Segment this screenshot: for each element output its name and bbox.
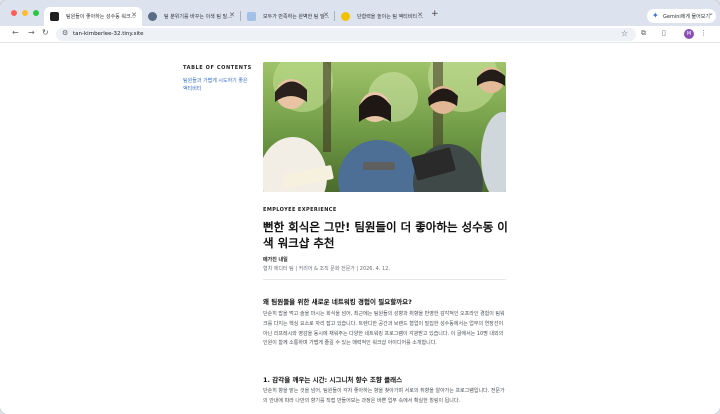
toc-title: TABLE OF CONTENTS (183, 65, 252, 71)
article-title: 뻔한 회식은 그만! 팀원들이 더 좋아하는 성수동 이색 워크샵 추천 (263, 220, 508, 250)
site-favicon-icon (341, 12, 350, 21)
close-tab-icon[interactable]: ✕ (131, 11, 137, 19)
toc-item[interactable]: 팀원들과 가볍게 시도하기 좋은 액티비티 (183, 77, 253, 93)
section-heading: 1. 감각을 깨우는 시간: 시그니처 향수 조향 클래스 (263, 376, 403, 384)
tab-3[interactable]: 단합력을 높이는 팀 액티비티 … ✕ (335, 7, 428, 26)
site-favicon-icon (148, 12, 157, 21)
tab-label: 팀 분위기를 바꾸는 이색 팀 빌… (164, 14, 233, 20)
divider (263, 279, 506, 280)
tab-strip: 팀원들이 좋아하는 성수동 워크… ✕ 팀 분위기를 바꾸는 이색 팀 빌… ✕… (0, 0, 720, 26)
gemini-label: Gemini에게 물어보기 (663, 13, 710, 20)
site-favicon-icon (247, 12, 256, 21)
site-info-icon[interactable]: ⚙ (62, 29, 68, 37)
side-panel-icon[interactable]: ▯ (662, 29, 666, 37)
gemini-button[interactable]: ✦ Gemini에게 물어보기 (647, 9, 716, 23)
site-favicon-icon (50, 12, 59, 21)
extensions-icon[interactable]: ⧉ (641, 29, 646, 38)
article-meta: 협치 에디터 팀 | 커리어 & 조직 문화 전문가 | 2026. 4. 12… (263, 266, 390, 272)
hero-image (263, 62, 506, 192)
browser-toolbar: ← → ↻ ⚙ tan-kimberlee-32.tiny.site ☆ ⧉ ▯… (0, 26, 720, 43)
menu-kebab-icon[interactable]: ⋮ (700, 29, 707, 37)
section-heading: 왜 팀원들을 위한 새로운 네트워킹 경험이 필요할까요? (263, 298, 412, 306)
close-tab-icon[interactable]: ✕ (229, 11, 235, 19)
gemini-spark-icon: ✦ (652, 11, 659, 20)
close-window-button[interactable] (11, 10, 17, 16)
back-arrow-icon[interactable]: ← (12, 28, 19, 37)
maximize-window-button[interactable] (33, 10, 39, 16)
new-tab-button[interactable]: + (431, 9, 439, 19)
page-content: TABLE OF CONTENTS 팀원들과 가볍게 시도하기 좋은 액티비티 (0, 44, 720, 414)
hero-photo-illustration (263, 62, 506, 192)
profile-avatar[interactable]: M (684, 29, 694, 39)
minimize-window-button[interactable] (22, 10, 28, 16)
section-body: 단순히 밥을 먹고 술을 마시는 회식을 넘어, 최근에는 팀원들의 성향과 취… (263, 311, 505, 347)
close-tab-icon[interactable]: ✕ (323, 11, 329, 19)
reload-icon[interactable]: ↻ (42, 28, 49, 37)
tab-search-chevron-icon[interactable]: ⌄ (708, 9, 714, 17)
address-bar[interactable]: ⚙ tan-kimberlee-32.tiny.site ☆ (56, 28, 636, 41)
forward-arrow-icon[interactable]: → (28, 28, 35, 37)
tab-0[interactable]: 팀원들이 좋아하는 성수동 워크… ✕ (44, 7, 142, 26)
browser-window: 팀원들이 좋아하는 성수동 워크… ✕ 팀 분위기를 바꾸는 이색 팀 빌… ✕… (0, 0, 720, 414)
tab-label: 팀원들이 좋아하는 성수동 워크… (66, 14, 136, 20)
article-category: EMPLOYEE EXPERIENCE (263, 207, 337, 213)
tab-1[interactable]: 팀 분위기를 바꾸는 이색 팀 빌… ✕ (142, 7, 240, 26)
tab-2[interactable]: 모두가 만족하는 완벽한 팀 빌… ✕ (241, 7, 334, 26)
article-author: 메가진 내일 (263, 257, 288, 263)
section-body: 단순히 향을 맡는 것을 넘어, 팀원들이 각자 좋아하는 향을 찾아가며 서로… (263, 388, 505, 404)
bookmark-star-icon[interactable]: ☆ (621, 29, 628, 38)
url-text[interactable]: tan-kimberlee-32.tiny.site (73, 31, 144, 37)
close-tab-icon[interactable]: ✕ (417, 11, 423, 19)
